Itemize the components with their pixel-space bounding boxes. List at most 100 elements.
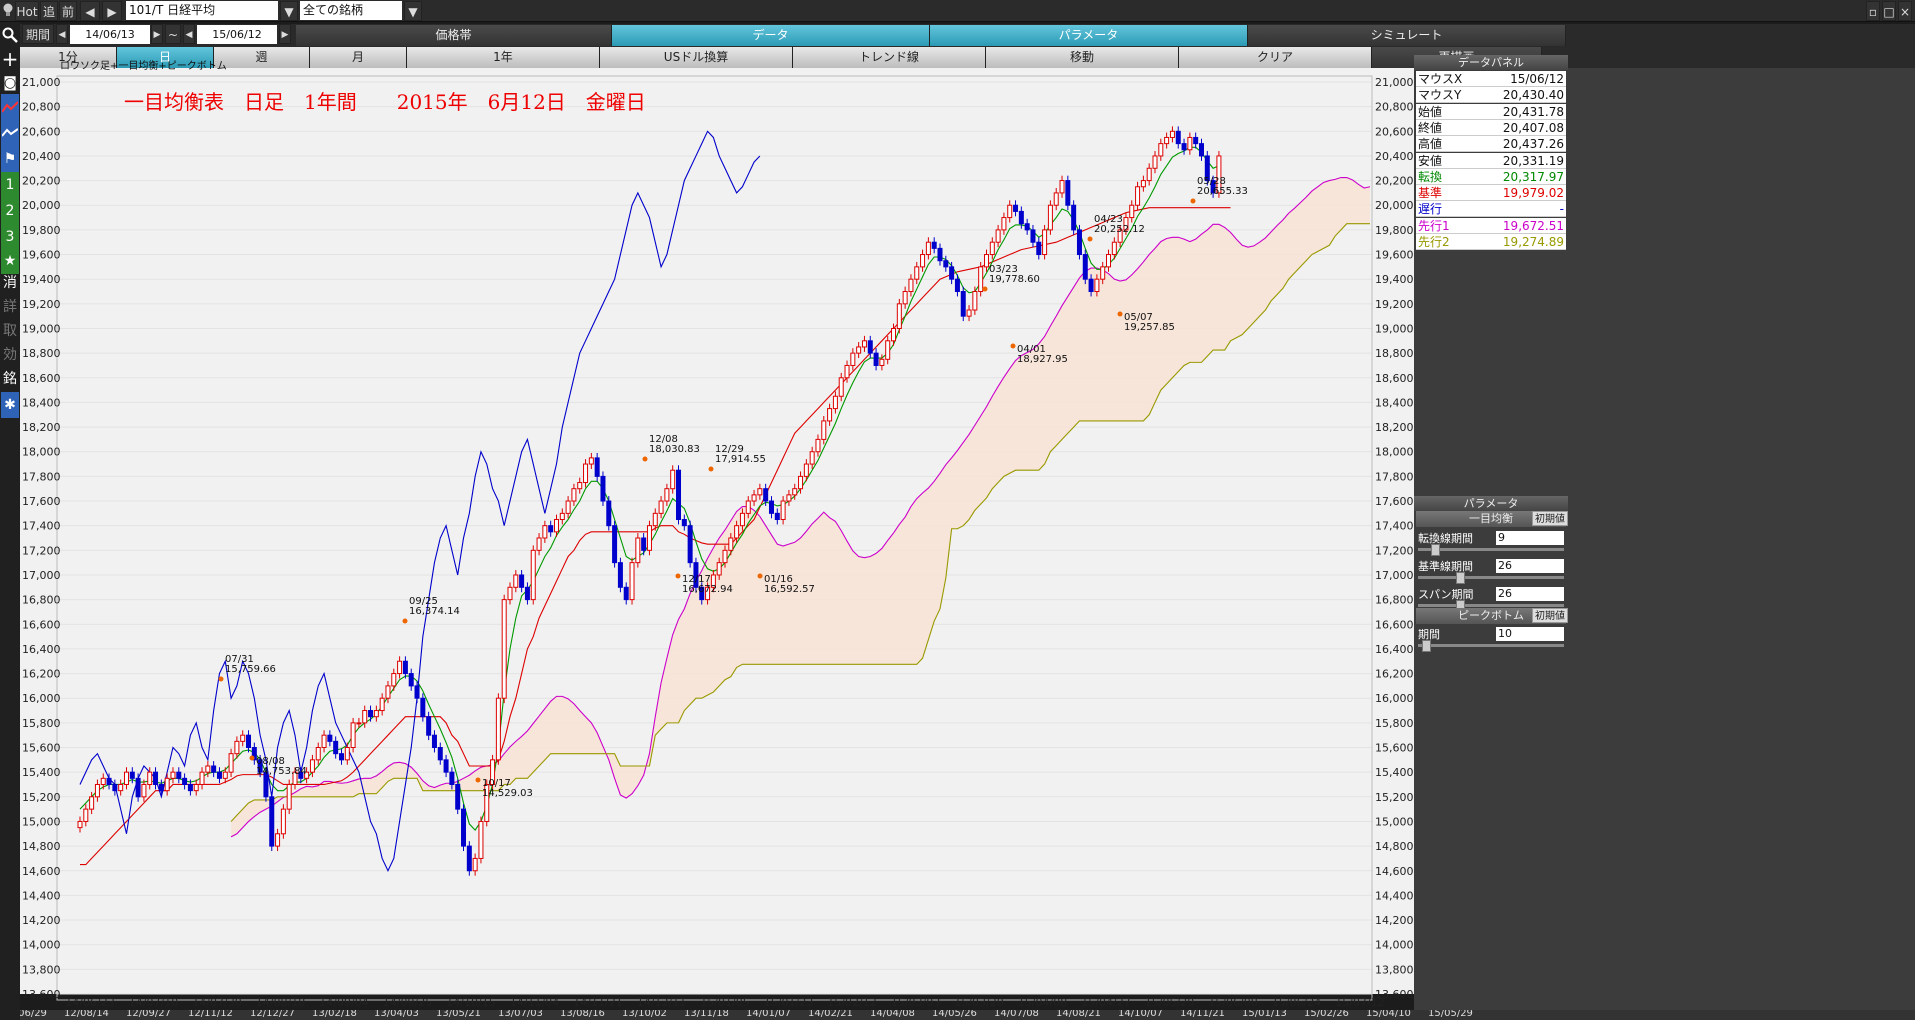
param-row: 基準線期間 26 [1416, 558, 1566, 584]
code-dropdown-icon[interactable]: ▼ [280, 1, 298, 21]
candle-body [100, 777, 106, 785]
usd-convert-button[interactable]: USドル換算 [600, 47, 793, 68]
y-tick-label-left: 20,400 [22, 150, 61, 163]
slider-track[interactable] [1418, 644, 1564, 647]
x-tick-label: 15/05/20 [1145, 996, 1194, 1009]
data-row-value: 20,437.26 [1502, 137, 1564, 152]
param-value[interactable]: 26 [1496, 587, 1564, 601]
preset-2-button[interactable]: 2 [1, 198, 19, 224]
hot-button[interactable]: Hot [15, 1, 39, 21]
tab-data[interactable]: データ [612, 25, 930, 46]
candle-body [600, 475, 606, 502]
slider-thumb[interactable] [1422, 640, 1431, 652]
tab-monthly[interactable]: 月 [310, 47, 407, 68]
data-row: マウスY 20,430.40 [1416, 87, 1566, 104]
crosshair-icon[interactable]: + [1, 46, 19, 72]
x-tick-label: 15/02/12 [827, 996, 876, 1009]
stock-code-field[interactable]: 101/T 日経平均 [126, 1, 278, 20]
candle-body [716, 562, 722, 576]
effect-button[interactable]: 効 [1, 342, 19, 368]
to-next-icon[interactable]: ▶ [279, 24, 291, 44]
tsui-button[interactable]: 追 [40, 1, 58, 21]
annotation-price: 19,778.60 [989, 274, 1040, 285]
param-value[interactable]: 26 [1496, 559, 1564, 573]
candle-body [786, 494, 792, 502]
saku-button[interactable]: 前 [59, 1, 77, 21]
overview-date-strip[interactable]: 12/06/29 12/08/14 12/09/27 12/11/12 12/12/27… [20, 1010, 1915, 1020]
y-tick-label-left: 20,600 [22, 125, 61, 138]
tab-weekly[interactable]: 週 [214, 47, 310, 68]
ichimoku-reset-button[interactable]: 初期値 [1532, 511, 1568, 526]
slider-track[interactable] [1418, 576, 1564, 579]
fetch-button[interactable]: 取 [1, 318, 19, 344]
from-next-icon[interactable]: ▶ [151, 24, 163, 44]
data-row-value: 20,407.08 [1502, 120, 1564, 135]
stock-button[interactable]: 銘 [1, 366, 19, 392]
y-tick-label: 13,800 [1375, 963, 1414, 976]
date-to-field[interactable]: 15/06/12 [197, 25, 277, 44]
minimize-icon[interactable]: ▫ [1866, 1, 1880, 21]
y-tick-label-left: 18,600 [22, 372, 61, 385]
y-tick-label-left: 15,400 [22, 766, 61, 779]
flag-icon[interactable]: ⚑ [1, 146, 19, 172]
erase-button[interactable]: 消 [1, 270, 19, 296]
candle-body [687, 525, 693, 564]
peak-reset-button[interactable]: 初期値 [1532, 608, 1568, 623]
tab-parameters[interactable]: パラメータ [930, 25, 1248, 46]
candle-body [722, 549, 728, 564]
x-tick-label: 14/09/04 [319, 996, 368, 1009]
y-tick-label-left: 14,600 [22, 865, 61, 878]
detail-button[interactable]: 詳 [1, 294, 19, 320]
y-tick-label-left: 17,400 [22, 520, 61, 533]
peak-marker [475, 777, 481, 783]
slider-track[interactable] [1418, 604, 1564, 607]
annotation-price: 16,374.14 [409, 606, 460, 617]
candle-body [676, 469, 682, 521]
peak-marker [675, 573, 681, 579]
param-value[interactable]: 9 [1496, 531, 1564, 545]
period-bar: 期間 ◀ 14/06/13 ▶ ~ ◀ 15/06/12 ▶ 価格帯 データ パ… [0, 24, 1915, 46]
bulb-icon[interactable] [2, 2, 14, 18]
y-tick-label: 18,200 [1375, 421, 1414, 434]
trendline-button[interactable]: トレンド線 [793, 47, 986, 68]
tab-1year[interactable]: 1年 [407, 47, 600, 68]
chart-indicator-icon[interactable] [1, 120, 19, 146]
candle-body [1106, 254, 1112, 268]
from-prev-icon[interactable]: ◀ [56, 24, 68, 44]
y-tick-label-left: 18,400 [22, 396, 61, 409]
chart-title: 一目均衡表 日足 1年間 2015年 6月12日 金曜日 [124, 90, 646, 114]
annotation-price: 16,672.94 [682, 584, 733, 595]
clear-button[interactable]: クリア [1179, 47, 1372, 68]
move-button[interactable]: 移動 [986, 47, 1179, 68]
chart-line-icon[interactable] [1, 94, 19, 120]
tab-price-zone[interactable]: 価格帯 [296, 25, 612, 46]
overview-date: 13/11/18 [684, 1010, 729, 1019]
close-icon[interactable]: × [1898, 1, 1912, 21]
y-tick-label: 17,400 [1375, 520, 1414, 533]
slider-thumb[interactable] [1455, 572, 1465, 584]
overview-date: 13/08/16 [560, 1010, 605, 1019]
to-prev-icon[interactable]: ◀ [183, 24, 195, 44]
camera-icon[interactable]: ◙ [1, 70, 19, 96]
prev-arrow-icon[interactable]: ◀ [80, 1, 100, 21]
candle-body [106, 777, 112, 785]
param-value[interactable]: 10 [1496, 627, 1564, 641]
next-arrow-icon[interactable]: ▶ [102, 1, 122, 21]
ichimoku-chart[interactable]: 07/3115,759.6608/0814,753.8409/2516,374.… [20, 68, 1414, 1010]
universe-dropdown-icon[interactable]: ▼ [404, 1, 422, 21]
y-tick-label-left: 13,600 [22, 988, 61, 1001]
search-icon[interactable] [1, 22, 19, 48]
candle-body [734, 525, 740, 539]
date-from-field[interactable]: 14/06/13 [70, 25, 150, 44]
maximize-icon[interactable]: □ [1882, 1, 1896, 21]
candle-body [129, 771, 135, 779]
preset-1-button[interactable]: 1 [1, 172, 19, 198]
candle-body [542, 525, 548, 539]
universe-select[interactable]: 全ての銘柄 [300, 1, 402, 20]
slider-thumb[interactable] [1431, 544, 1441, 556]
peak-marker [642, 456, 648, 462]
preset-3-button[interactable]: 3 [1, 224, 19, 250]
gear-icon[interactable]: ✱ [1, 392, 19, 418]
candle-body [205, 765, 211, 773]
tab-simulate[interactable]: シミュレート [1248, 25, 1566, 46]
